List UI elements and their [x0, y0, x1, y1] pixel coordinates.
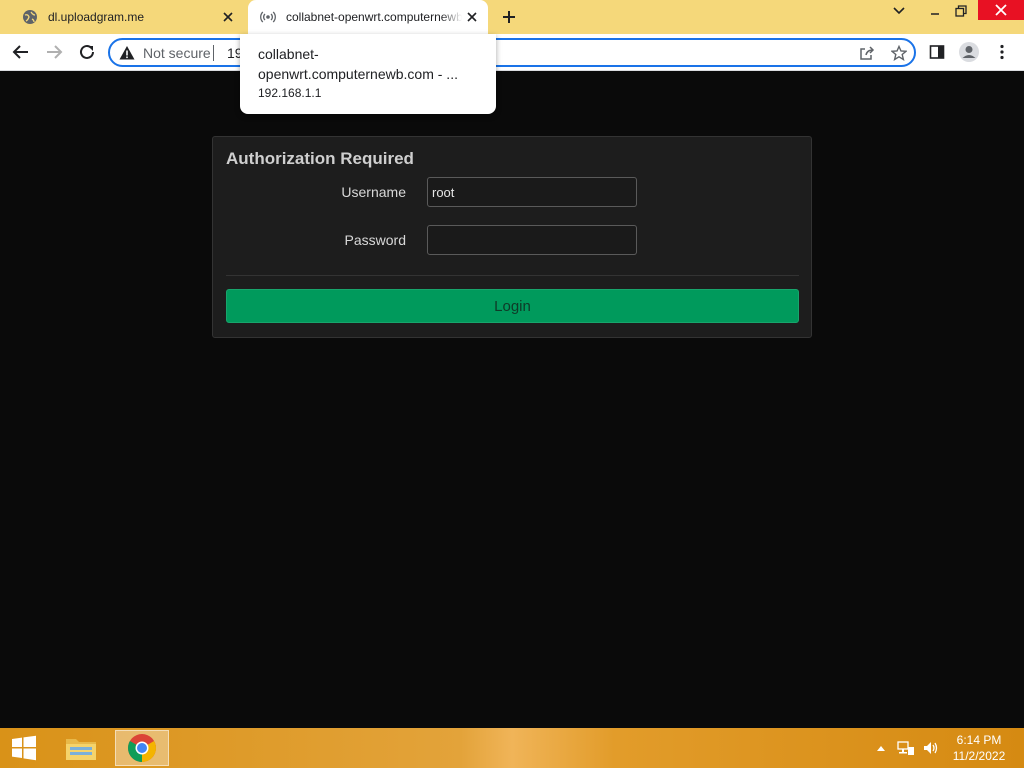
username-label: Username [341, 184, 406, 200]
clock-date: 11/2/2022 [952, 749, 1006, 763]
back-button[interactable] [9, 40, 33, 64]
network-icon[interactable] [895, 728, 917, 768]
close-icon[interactable] [462, 7, 482, 27]
close-icon[interactable] [218, 7, 238, 27]
chrome-taskbar-icon[interactable] [115, 730, 169, 766]
volume-icon[interactable] [920, 728, 942, 768]
tab-hover-card: collabnet-openwrt.computernewb.com - ...… [240, 34, 496, 114]
hover-card-url: 192.168.1.1 [258, 86, 322, 100]
tab-collabnet[interactable]: collabnet-openwrt.computernewb.com [248, 0, 488, 34]
bookmark-star-icon[interactable] [890, 44, 908, 62]
tab-strip: dl.uploadgram.me collabnet-openwrt.compu… [0, 0, 1024, 34]
menu-kebab-icon[interactable] [990, 40, 1014, 64]
windows-start-icon[interactable] [0, 728, 48, 768]
reload-button[interactable] [75, 40, 99, 64]
panel-title: Authorization Required [226, 149, 414, 168]
share-icon[interactable] [858, 44, 876, 62]
tab-title: dl.uploadgram.me [48, 10, 145, 24]
tab-uploadgram[interactable]: dl.uploadgram.me [8, 0, 244, 34]
hover-card-title: collabnet-openwrt.computernewb.com - ... [258, 46, 458, 82]
globe-icon [22, 9, 38, 25]
separator [213, 45, 214, 61]
tab-search-icon[interactable] [884, 0, 914, 22]
broadcast-icon [260, 9, 276, 25]
password-input[interactable] [427, 225, 637, 255]
tab-title: collabnet-openwrt.computernewb.com [286, 10, 462, 24]
address-bar[interactable]: Not secure 19 [108, 38, 916, 67]
browser-toolbar: Not secure 19 [0, 34, 1024, 71]
profile-avatar-icon[interactable] [957, 40, 981, 64]
forward-button[interactable] [42, 40, 66, 64]
warning-icon[interactable] [119, 45, 135, 61]
divider [226, 275, 799, 276]
taskbar-clock[interactable]: 6:14 PM 11/2/2022 [944, 732, 1014, 764]
restore-button[interactable] [946, 0, 976, 22]
file-explorer-icon[interactable] [54, 730, 108, 766]
side-panel-icon[interactable] [925, 40, 949, 64]
login-button[interactable]: Login [226, 289, 799, 323]
window-close-button[interactable] [978, 0, 1024, 20]
password-label: Password [344, 232, 406, 248]
new-tab-button[interactable] [498, 6, 520, 28]
username-input[interactable] [427, 177, 637, 207]
security-label[interactable]: Not secure [143, 45, 211, 61]
show-hidden-icons-icon[interactable] [874, 728, 888, 768]
page-content: Authorization Required Username Password… [0, 71, 1024, 728]
login-panel: Authorization Required Username Password… [212, 136, 812, 338]
taskbar: 6:14 PM 11/2/2022 [0, 728, 1024, 768]
clock-time: 6:14 PM [956, 733, 1002, 747]
